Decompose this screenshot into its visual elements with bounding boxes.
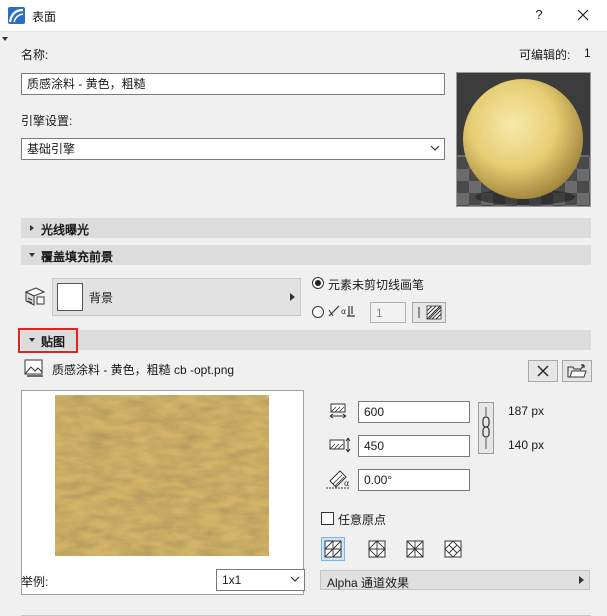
texture-angle-icon: α bbox=[326, 470, 350, 489]
example-select[interactable]: 1x1 bbox=[216, 569, 305, 591]
chevron-down-icon bbox=[290, 576, 300, 582]
pen-pattern-button[interactable] bbox=[412, 302, 446, 323]
hatch-mirror-icon bbox=[368, 540, 386, 558]
example-select-value: 1x1 bbox=[222, 573, 242, 587]
fill-swatch bbox=[57, 283, 83, 311]
remove-texture-button[interactable] bbox=[528, 360, 558, 382]
pen-cut-icon: α bbox=[328, 305, 355, 317]
collapse-arrow-icon bbox=[29, 253, 35, 257]
svg-text:α: α bbox=[341, 307, 346, 316]
title-bar: 表面 ? bbox=[0, 0, 607, 31]
close-button[interactable] bbox=[571, 4, 595, 26]
open-folder-icon bbox=[567, 364, 587, 378]
hatch-rotate-icon bbox=[406, 540, 424, 558]
expand-arrow-icon bbox=[30, 225, 34, 231]
surface-name-input[interactable]: 质感涂料 - 黄色，粗糙 bbox=[21, 73, 445, 95]
section-texture[interactable]: 贴图 bbox=[21, 330, 591, 350]
texture-fit-mode-3[interactable] bbox=[403, 537, 427, 561]
texture-width-icon bbox=[329, 403, 347, 419]
random-origin-label: 任意原点 bbox=[338, 513, 387, 527]
svg-text:α: α bbox=[344, 479, 349, 488]
material-preview bbox=[456, 72, 591, 207]
help-button[interactable]: ? bbox=[528, 4, 550, 26]
radio-uncut-pen[interactable] bbox=[312, 277, 324, 289]
name-label: 名称: bbox=[21, 48, 49, 62]
section-cover-fill[interactable]: 覆盖填充前景 bbox=[21, 245, 591, 265]
alpha-channel-label: Alpha 通道效果 bbox=[327, 576, 410, 590]
random-origin-checkbox[interactable] bbox=[321, 512, 334, 525]
pen-number-input[interactable]: 1 bbox=[370, 302, 406, 323]
hatch-fit-icon bbox=[324, 540, 342, 558]
surface-dialog: 名称: 可编辑的: 1 质感涂料 - 黄色，粗糙 引擎设置: 基础引擎 光线曝光… bbox=[0, 31, 607, 616]
archicad-app-icon bbox=[8, 7, 25, 24]
hatch-diamond-icon bbox=[444, 540, 462, 558]
texture-height-input[interactable]: 450 bbox=[358, 435, 470, 457]
texture-fit-mode-2[interactable] bbox=[365, 537, 389, 561]
texture-file-icon bbox=[24, 359, 43, 377]
chevron-down-icon bbox=[430, 145, 440, 151]
engine-select[interactable]: 基础引擎 bbox=[21, 138, 445, 160]
texture-width-pixels: 187 px bbox=[508, 404, 545, 418]
highlight-annotation bbox=[18, 328, 78, 353]
texture-fit-mode-1[interactable] bbox=[321, 537, 345, 561]
load-texture-button[interactable] bbox=[562, 360, 592, 382]
submenu-arrow-icon bbox=[579, 576, 584, 584]
link-size-toggle[interactable] bbox=[478, 402, 494, 454]
section-light-label: 光线曝光 bbox=[41, 223, 90, 237]
submenu-arrow-icon bbox=[290, 293, 295, 301]
engine-select-value: 基础引擎 bbox=[27, 142, 76, 156]
section-cover-fill-label: 覆盖填充前景 bbox=[41, 250, 114, 264]
collapse-arrow-icon[interactable] bbox=[2, 37, 8, 41]
texture-angle-input[interactable]: 0.00° bbox=[358, 469, 470, 491]
section-light-exposure[interactable]: 光线曝光 bbox=[21, 218, 591, 238]
editable-count: 1 bbox=[584, 46, 591, 60]
hatch-pattern-icon bbox=[418, 305, 442, 320]
chain-link-icon bbox=[482, 407, 490, 449]
texture-height-pixels: 140 px bbox=[508, 438, 545, 452]
close-icon bbox=[577, 9, 589, 21]
fill-type-label: 背景 bbox=[89, 291, 114, 305]
fill-pattern-icon bbox=[24, 287, 46, 306]
example-label: 举例: bbox=[21, 575, 49, 589]
radio-custom-pen[interactable] bbox=[312, 306, 324, 318]
editable-label: 可编辑的: bbox=[519, 48, 571, 62]
engine-label: 引擎设置: bbox=[21, 114, 73, 128]
close-icon bbox=[537, 365, 549, 377]
texture-preview bbox=[21, 390, 304, 595]
texture-file-name: 质感涂料 - 黄色，粗糙 cb -opt.png bbox=[52, 363, 235, 377]
alpha-channel-effect-menu[interactable]: Alpha 通道效果 bbox=[320, 570, 590, 590]
texture-fit-mode-4[interactable] bbox=[441, 537, 465, 561]
window-title: 表面 bbox=[32, 10, 57, 24]
texture-width-input[interactable]: 600 bbox=[358, 401, 470, 423]
texture-height-icon bbox=[329, 437, 351, 453]
fill-type-selector[interactable]: 背景 bbox=[52, 278, 301, 316]
radio-uncut-pen-label: 元素未剪切线画笔 bbox=[328, 278, 425, 292]
